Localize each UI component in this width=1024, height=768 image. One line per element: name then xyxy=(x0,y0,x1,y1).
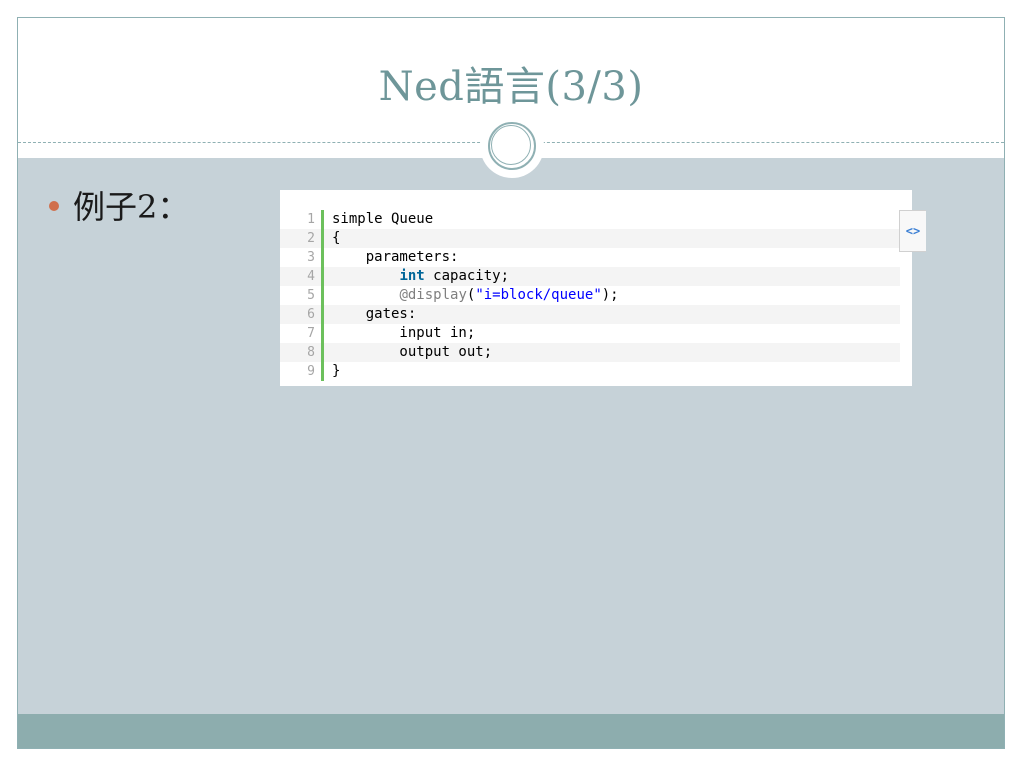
code-rest: capacity; xyxy=(424,268,510,284)
code-line: 9 } xyxy=(280,362,900,381)
code-punct: ); xyxy=(601,287,619,303)
code-text: gates: xyxy=(332,306,417,322)
code-line: 5 @display("i=block/queue"); xyxy=(280,286,900,305)
code-line: 3 parameters: xyxy=(280,248,900,267)
code-line: 7 input in; xyxy=(280,324,900,343)
code-text: { xyxy=(332,230,341,246)
code-line: 8 output out; xyxy=(280,343,900,362)
code-string: "i=block/queue" xyxy=(475,287,602,303)
line-number: 3 xyxy=(280,248,324,267)
slide-footer xyxy=(18,714,1004,748)
line-number: 1 xyxy=(280,210,324,229)
code-text: simple Queue xyxy=(332,211,434,227)
line-number: 6 xyxy=(280,305,324,324)
divider-ring-inner xyxy=(491,125,531,165)
bullet-text: 例子2： xyxy=(73,188,190,226)
code-line: 6 gates: xyxy=(280,305,900,324)
code-text: } xyxy=(332,363,341,379)
line-number: 2 xyxy=(280,229,324,248)
code-line: 2 { xyxy=(280,229,900,248)
code-text: parameters: xyxy=(332,249,459,265)
code-text: input in; xyxy=(332,325,476,341)
line-number: 9 xyxy=(280,362,324,381)
code-keyword: int xyxy=(399,268,425,284)
code-lines: 1 simple Queue 2 { 3 parameters: 4 int c… xyxy=(280,210,900,381)
code-text: @display("i=block/queue"); xyxy=(324,286,619,305)
line-number: 8 xyxy=(280,343,324,362)
bullet-dot-icon xyxy=(49,201,59,211)
line-number: 7 xyxy=(280,324,324,343)
code-line: 1 simple Queue xyxy=(280,210,900,229)
code-text: int capacity; xyxy=(324,267,509,286)
line-number: 5 xyxy=(280,286,324,305)
view-source-icon[interactable]: <> xyxy=(899,210,926,252)
slide-title: Ned語言(3/3) xyxy=(378,64,644,110)
code-text: output out; xyxy=(332,344,493,360)
bullet-item: 例子2： xyxy=(49,182,189,228)
code-line: 4 int capacity; xyxy=(280,267,900,286)
code-block: 1 simple Queue 2 { 3 parameters: 4 int c… xyxy=(280,190,926,386)
slide: Ned語言(3/3) 例子2： 1 simple Queue 2 { 3 par… xyxy=(17,17,1005,749)
line-number: 4 xyxy=(280,267,324,286)
code-decorator: @display xyxy=(399,287,467,303)
